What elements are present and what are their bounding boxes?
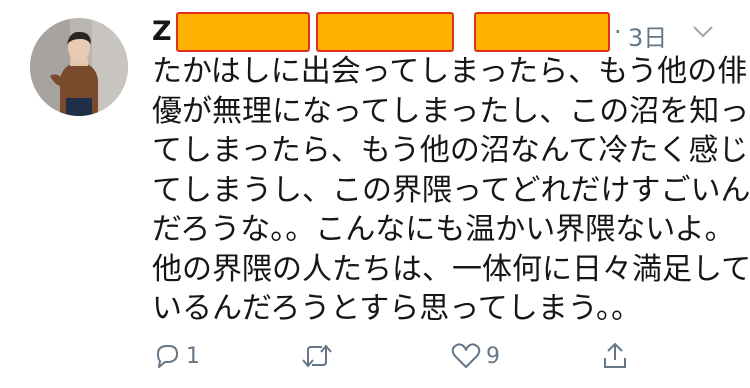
tweet[interactable]: Z · 3日 たかはしに出会ってしまったら、もう他の俳 優が無理になってしまった…: [0, 0, 750, 388]
tweet-text-line: てしまうし、この界隈ってどれだけすごいん: [152, 172, 750, 208]
share-icon: [600, 340, 630, 372]
user-photo-icon: [30, 18, 128, 116]
retweet-button[interactable]: [300, 336, 338, 376]
tweet-text-line: たかはしに出会ってしまったら、もう他の俳: [152, 54, 748, 89]
author-name[interactable]: Z: [152, 16, 172, 47]
heart-icon: [450, 341, 482, 371]
tweet-text-line: 他の界隈の人たちは、一体何に日々満足して: [152, 251, 750, 287]
timestamp[interactable]: 3日: [628, 18, 667, 53]
redaction-box: [176, 12, 310, 52]
reply-button[interactable]: 1: [152, 336, 200, 376]
redaction-box: [474, 12, 610, 52]
tweet-text-line: いるんだろうとすら思ってしまう。。: [152, 291, 641, 326]
reply-icon: [152, 341, 182, 371]
reply-count: 1: [186, 343, 200, 369]
retweet-icon: [300, 341, 334, 371]
tweet-text: たかはしに出会ってしまったら、もう他の俳 優が無理になってしまったし、この沼を知…: [152, 52, 750, 329]
share-button[interactable]: [600, 336, 630, 376]
chevron-down-icon[interactable]: [692, 24, 714, 38]
tweet-text-line: てしまったら、もう他の沼なんて冷たく感じ: [152, 133, 749, 168]
tweet-header: Z · 3日: [148, 10, 730, 52]
redaction-box: [316, 12, 454, 52]
avatar[interactable]: [30, 18, 128, 116]
separator: ·: [614, 18, 622, 46]
tweet-text-line: 優が無理になってしまったし、この沼を知っ: [152, 93, 750, 129]
tweet-actions: 1 9: [150, 336, 650, 376]
tweet-text-line: だろうな。。こんなにも温かい界隈ないよ。: [152, 212, 735, 247]
like-button[interactable]: 9: [450, 336, 500, 376]
like-count: 9: [486, 343, 500, 369]
